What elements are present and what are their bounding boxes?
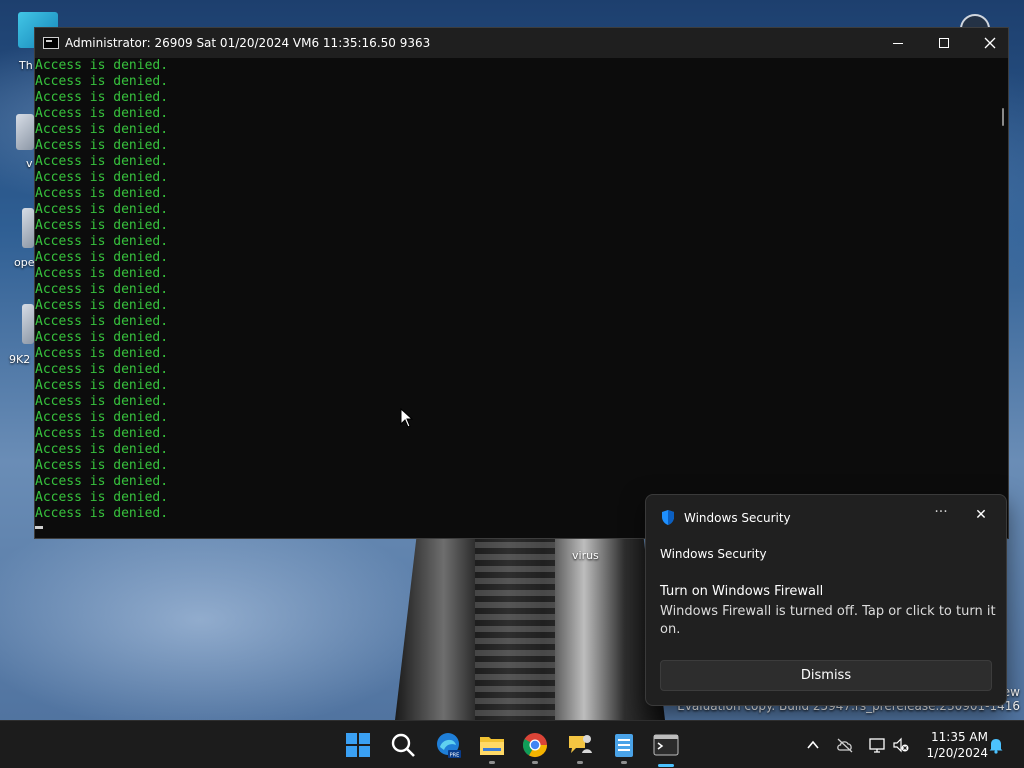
chrome-running-indicator <box>532 761 538 764</box>
console-line: Access is denied. <box>35 410 169 425</box>
dismiss-button[interactable]: Dismiss <box>660 660 992 691</box>
console-window[interactable]: Administrator: 26909 Sat 01/20/2024 VM6 … <box>34 27 1009 539</box>
minimize-icon <box>893 42 903 44</box>
toast-header-label: Windows Security <box>684 510 791 525</box>
console-line: Access is denied. <box>35 442 169 457</box>
console-scrollbar[interactable] <box>1002 108 1004 126</box>
console-line: Access is denied. <box>35 138 169 153</box>
file-explorer-running-indicator <box>489 761 495 764</box>
toast-header: Windows Security <box>660 509 791 526</box>
console-cursor <box>35 526 43 529</box>
notepad-icon[interactable] <box>610 731 638 759</box>
console-line: Access is denied. <box>35 282 169 297</box>
notification-toast[interactable]: Windows Security ··· ✕ Windows Security … <box>645 494 1007 706</box>
terminal-icon[interactable] <box>652 731 680 759</box>
console-line: Access is denied. <box>35 346 169 361</box>
desktop-icon-2-label: v <box>26 157 33 170</box>
console-line: Access is denied. <box>35 202 169 217</box>
shield-icon <box>662 510 674 525</box>
maximize-icon <box>939 38 949 48</box>
console-titlebar[interactable]: Administrator: 26909 Sat 01/20/2024 VM6 … <box>35 28 1008 58</box>
console-line: Access is denied. <box>35 394 169 409</box>
console-line: Access is denied. <box>35 122 169 137</box>
console-line: Access is denied. <box>35 298 169 313</box>
maximize-button[interactable] <box>921 28 967 58</box>
desktop-icon-3-label: ope <box>14 256 35 269</box>
console-line: Access is denied. <box>35 362 169 377</box>
svg-text:PRE: PRE <box>450 753 460 759</box>
desktop-icon-2[interactable] <box>16 114 34 150</box>
network-icon[interactable] <box>868 736 886 754</box>
toast-more-options-button[interactable]: ··· <box>932 505 950 523</box>
mouse-pointer-icon <box>400 408 414 428</box>
console-line: Access is denied. <box>35 378 169 393</box>
desktop-icon-4-label: 9K2 <box>9 353 31 366</box>
desktop-icon-3[interactable] <box>22 208 34 248</box>
chrome-icon[interactable] <box>521 731 549 759</box>
console-line: Access is denied. <box>35 170 169 185</box>
console-line: Access is denied. <box>35 218 169 233</box>
feedback-hub-icon[interactable] <box>566 731 594 759</box>
desktop-icon-1-label: Th <box>19 59 33 72</box>
clock-date: 1/20/2024 <box>926 746 988 760</box>
edge-dev-icon[interactable]: PRE <box>434 731 462 759</box>
console-line: Access is denied. <box>35 314 169 329</box>
notepad-running-indicator <box>621 761 627 764</box>
console-line: Access is denied. <box>35 266 169 281</box>
taskbar-clock[interactable]: 11:35 AM 1/20/2024 <box>918 729 988 761</box>
file-explorer-icon[interactable] <box>478 731 506 759</box>
volume-muted-icon[interactable] <box>892 736 910 754</box>
console-line: Access is denied. <box>35 458 169 473</box>
close-icon <box>984 37 996 49</box>
feedback-hub-running-indicator <box>577 761 583 764</box>
minimize-button[interactable] <box>875 28 921 58</box>
console-line: Access is denied. <box>35 74 169 89</box>
console-line: Access is denied. <box>35 58 169 73</box>
desktop-virus-label: virus <box>572 549 599 562</box>
toast-close-button[interactable]: ✕ <box>972 507 990 525</box>
clock-time: 11:35 AM <box>931 730 988 744</box>
notification-bell-icon[interactable] <box>987 736 1005 754</box>
cloud-offline-icon[interactable] <box>836 736 854 754</box>
console-line: Access is denied. <box>35 250 169 265</box>
toast-body: Windows Firewall is turned off. Tap or c… <box>660 604 996 637</box>
console-line: Access is denied. <box>35 330 169 345</box>
toast-title: Turn on Windows Firewall <box>660 584 824 599</box>
desktop-icon-4[interactable] <box>22 304 34 344</box>
console-line: Access is denied. <box>35 426 169 441</box>
console-title: Administrator: 26909 Sat 01/20/2024 VM6 … <box>65 36 431 50</box>
console-line: Access is denied. <box>35 154 169 169</box>
console-line: Access is denied. <box>35 186 169 201</box>
terminal-active-indicator <box>658 764 674 767</box>
taskbar: PRE 11:35 AM 1/20/2024 <box>0 720 1024 768</box>
console-line: Access is denied. <box>35 474 169 489</box>
chevron-up-icon[interactable] <box>804 736 822 754</box>
console-line: Access is denied. <box>35 90 169 105</box>
search-icon[interactable] <box>389 731 417 759</box>
cmd-icon <box>43 37 59 49</box>
close-button[interactable] <box>967 28 1013 58</box>
console-line: Access is denied. <box>35 106 169 121</box>
wallpaper-bridge-steps <box>475 536 555 720</box>
start-icon[interactable] <box>344 731 372 759</box>
toast-app-name: Windows Security <box>660 547 767 561</box>
console-output[interactable]: Access is denied. Access is denied. Access… <box>35 58 995 538</box>
console-line: Access is denied. <box>35 234 169 249</box>
